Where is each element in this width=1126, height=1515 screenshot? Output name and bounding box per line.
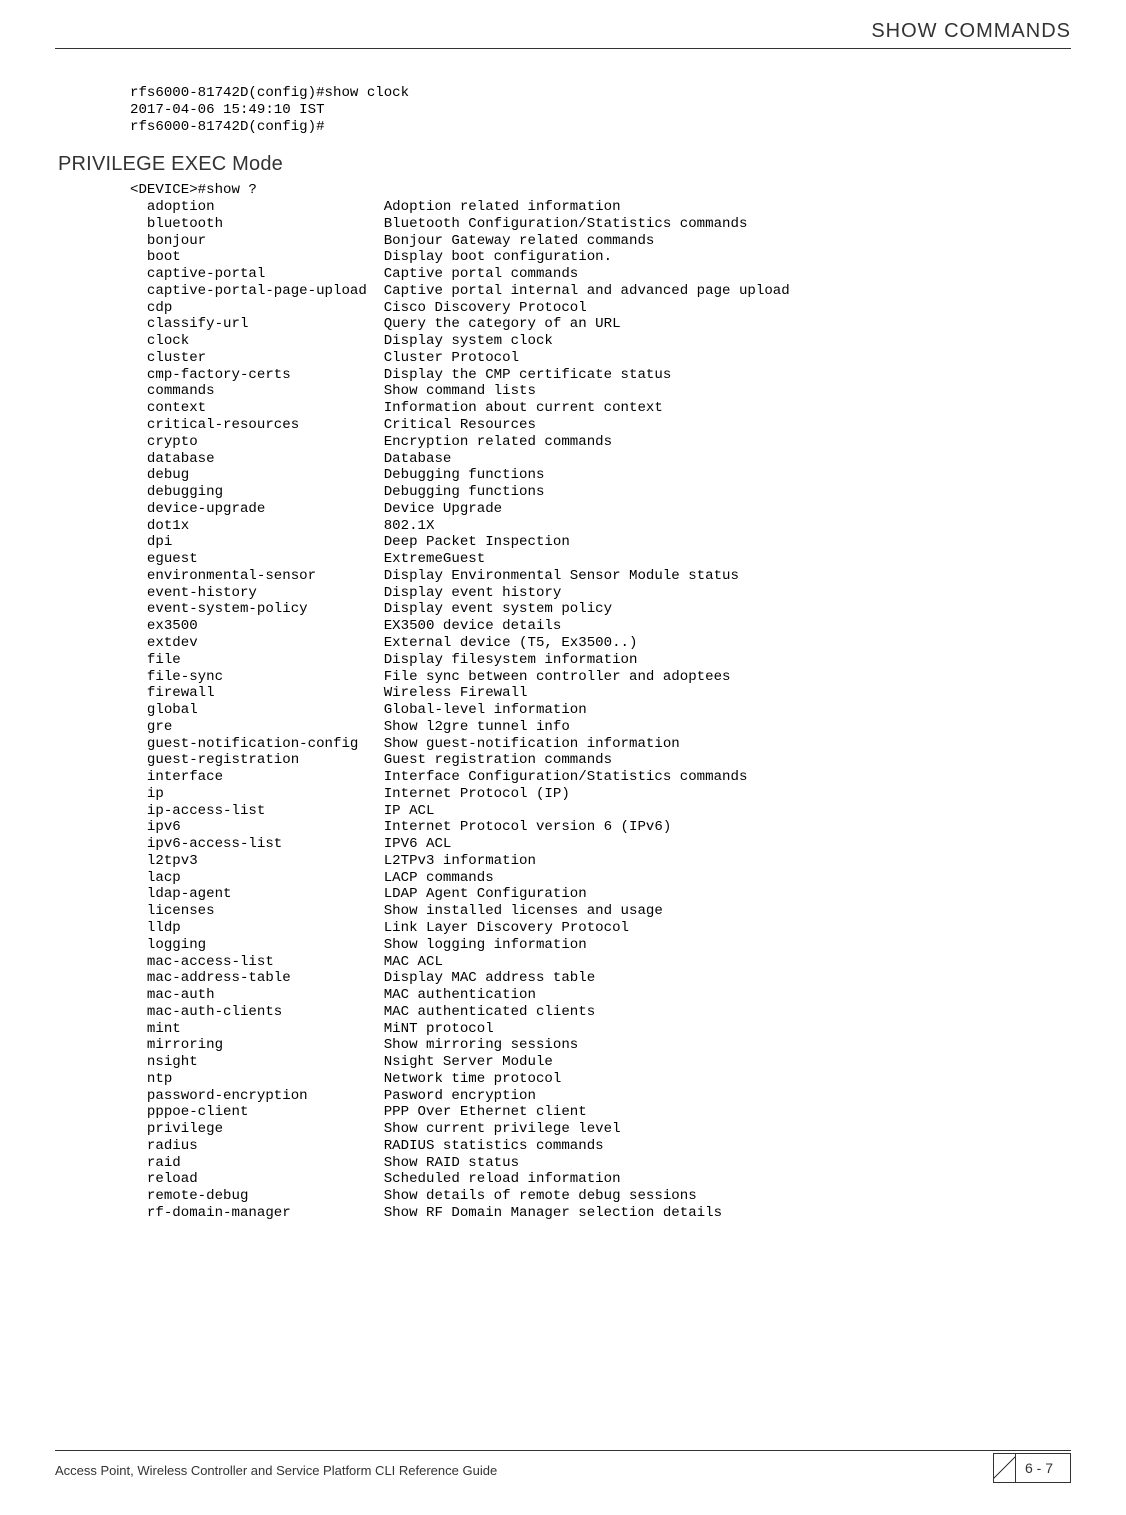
show-prompt: <DEVICE>#show ?	[130, 182, 257, 198]
page-content: rfs6000-81742D(config)#show clock 2017-0…	[130, 85, 1071, 1222]
section-heading: PRIVILEGE EXEC Mode	[58, 153, 1071, 176]
intro-line2: 2017-04-06 15:49:10 IST	[130, 102, 325, 118]
intro-line3: rfs6000-81742D(config)#	[130, 119, 325, 135]
command-list: adoption Adoption related information bl…	[130, 199, 790, 1221]
page-header-title: SHOW COMMANDS	[871, 20, 1071, 43]
header-rule	[55, 48, 1071, 49]
page-number: 6 - 7	[1011, 1460, 1053, 1476]
intro-line1: rfs6000-81742D(config)#show clock	[130, 85, 409, 101]
page-number-badge: 6 - 7	[993, 1453, 1071, 1483]
footer-rule	[55, 1450, 1071, 1451]
intro-block: rfs6000-81742D(config)#show clock 2017-0…	[130, 85, 1071, 135]
footer-text: Access Point, Wireless Controller and Se…	[55, 1463, 497, 1478]
command-block: <DEVICE>#show ? adoption Adoption relate…	[130, 182, 1071, 1221]
page-footer: Access Point, Wireless Controller and Se…	[55, 1450, 1071, 1490]
